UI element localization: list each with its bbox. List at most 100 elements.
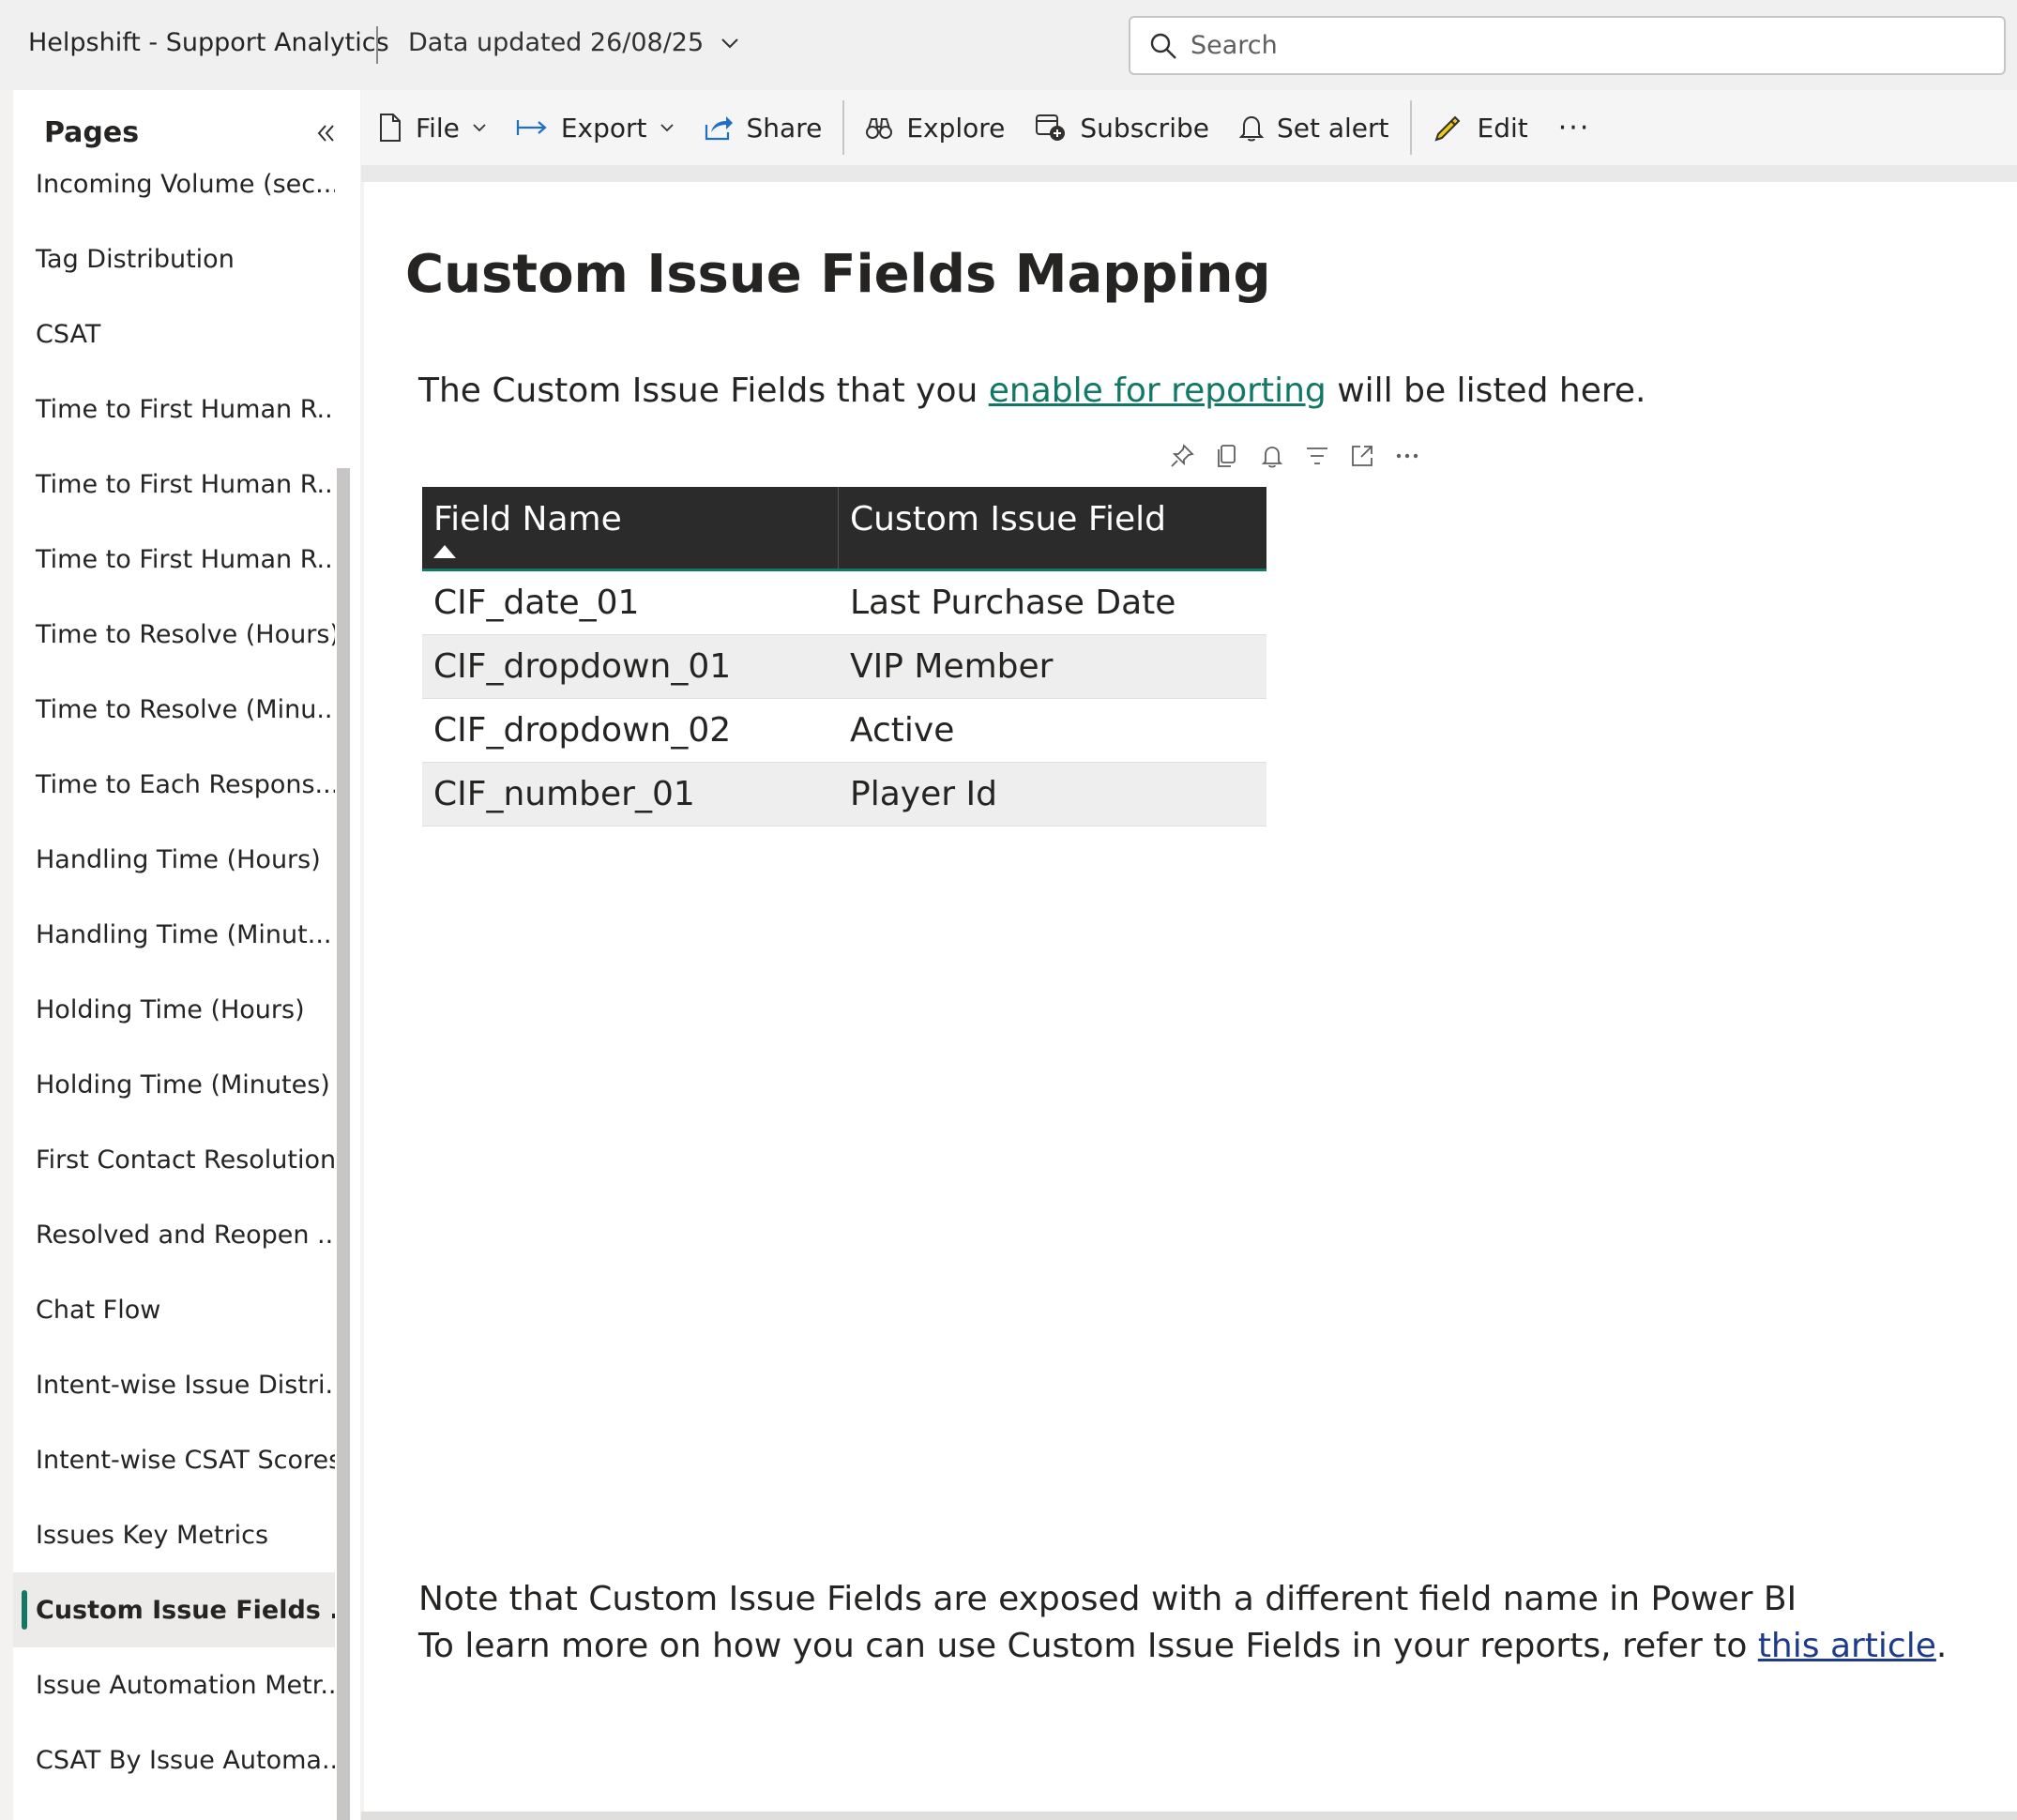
- this-article-link[interactable]: this article: [1758, 1627, 1936, 1665]
- table-cell: CIF_number_01: [433, 775, 695, 813]
- double-chevron-left-icon: [317, 125, 334, 142]
- sidebar-page-item[interactable]: Intent-wise Issue Distri...: [13, 1347, 335, 1422]
- sidebar-page-label: Time to Resolve (Minu...: [36, 694, 335, 724]
- sidebar-page-item[interactable]: Time to Resolve (Hours): [13, 597, 335, 672]
- focus-mode-icon[interactable]: [1349, 443, 1375, 469]
- bell-icon: [1238, 115, 1264, 142]
- table-row[interactable]: CIF_date_01 Last Purchase Date: [422, 571, 1266, 635]
- table-cell: Player Id: [850, 775, 997, 813]
- sidebar-page-item[interactable]: Resolved and Reopen ...: [13, 1197, 335, 1272]
- table-row[interactable]: CIF_dropdown_01 VIP Member: [422, 635, 1266, 699]
- sidebar-page-item[interactable]: Issue Automation Metr...: [13, 1647, 335, 1722]
- table-cell: Last Purchase Date: [850, 584, 1176, 622]
- sort-ascending-icon: [433, 545, 456, 558]
- sidebar-page-label: Handling Time (Minut...: [36, 919, 332, 949]
- pencil-icon: [1433, 115, 1460, 142]
- edit-button[interactable]: Edit: [1418, 99, 1543, 156]
- sidebar-page-item[interactable]: Tag Distribution: [13, 221, 335, 296]
- note-line-2: To learn more on how you can use Custom …: [418, 1623, 1947, 1670]
- custom-issue-fields-table: Field Name Custom Issue Field CIF_date_0…: [422, 487, 1266, 827]
- enable-for-reporting-link[interactable]: enable for reporting: [989, 372, 1327, 410]
- sidebar-page-label: Time to First Human R...: [36, 394, 335, 424]
- table-row[interactable]: CIF_number_01 Player Id: [422, 763, 1266, 827]
- sidebar-page-label: Time to First Human R...: [36, 544, 335, 574]
- file-button[interactable]: File: [361, 99, 501, 156]
- set-alert-button[interactable]: Set alert: [1224, 99, 1404, 156]
- sidebar-page-item[interactable]: Custom Issue Fields ...: [13, 1572, 335, 1647]
- search-box[interactable]: [1129, 16, 2006, 75]
- column-header-custom-issue-field[interactable]: Custom Issue Field: [839, 487, 1266, 569]
- more-options-button[interactable]: ···: [1543, 99, 1606, 156]
- sidebar-page-label: Intent-wise CSAT Scores: [36, 1445, 335, 1475]
- copy-icon[interactable]: [1214, 443, 1240, 469]
- share-label: Share: [746, 112, 823, 144]
- note-line-2-after: .: [1935, 1627, 1948, 1665]
- pin-icon[interactable]: [1169, 443, 1195, 469]
- binoculars-icon: [866, 118, 893, 139]
- bell-icon[interactable]: [1259, 443, 1285, 469]
- report-toolbar: File Export Share Explore Subscribe Set …: [361, 90, 2017, 165]
- note-text: Note that Custom Issue Fields are expose…: [418, 1576, 1947, 1670]
- more-options-icon[interactable]: [1394, 443, 1420, 469]
- pages-sidebar: Pages Incoming Volume (sec... Tag Distrib…: [13, 90, 360, 1820]
- filter-icon[interactable]: [1304, 443, 1330, 469]
- sidebar-page-item[interactable]: Time to First Human R...: [13, 447, 335, 522]
- sidebar-page-label: Tag Distribution: [36, 244, 235, 274]
- top-bar: Helpshift - Support Analytics Data updat…: [0, 0, 2017, 90]
- export-icon: [516, 120, 547, 135]
- export-button[interactable]: Export: [501, 99, 689, 156]
- sidebar-page-label: Incoming Volume (sec...: [36, 169, 335, 199]
- sidebar-page-item[interactable]: Time to First Human R...: [13, 522, 335, 597]
- sidebar-page-item[interactable]: Intent-wise CSAT Scores: [13, 1422, 335, 1497]
- sidebar-page-label: Issues Key Metrics: [36, 1520, 269, 1550]
- subscribe-label: Subscribe: [1080, 112, 1209, 144]
- sidebar-page-item[interactable]: First Contact Resolution: [13, 1122, 335, 1197]
- search-icon: [1150, 33, 1176, 59]
- table-header: Field Name Custom Issue Field: [422, 487, 1266, 571]
- data-updated-label: Data updated 26/08/25: [408, 28, 705, 57]
- table-row[interactable]: CIF_dropdown_02 Active: [422, 699, 1266, 763]
- sidebar-scrollbar[interactable]: [337, 468, 350, 1820]
- explore-button[interactable]: Explore: [850, 99, 1020, 156]
- share-button[interactable]: Share: [689, 99, 838, 156]
- sidebar-page-item[interactable]: CSAT By Issue Automa...: [13, 1722, 335, 1797]
- report-title: Custom Issue Fields Mapping: [405, 244, 1271, 305]
- title-divider: [376, 26, 378, 64]
- table-cell: CIF_dropdown_02: [433, 711, 732, 750]
- intro-text: The Custom Issue Fields that you enable …: [418, 372, 1645, 410]
- app-title: Helpshift - Support Analytics: [28, 28, 389, 57]
- sidebar-page-label: Chat Flow: [36, 1295, 161, 1325]
- sidebar-page-item[interactable]: Time to First Human R...: [13, 372, 335, 447]
- file-icon: [380, 114, 401, 142]
- sidebar-page-item[interactable]: Chat Flow: [13, 1272, 335, 1347]
- share-icon: [705, 116, 733, 141]
- sidebar-page-label: First Contact Resolution: [36, 1145, 335, 1175]
- chevron-down-icon: [660, 124, 674, 132]
- sidebar-page-item[interactable]: Holding Time (Hours): [13, 972, 335, 1047]
- note-line-2-before: To learn more on how you can use Custom …: [418, 1627, 1758, 1665]
- sidebar-page-item[interactable]: Handling Time (Hours): [13, 822, 335, 897]
- sidebar-page-label: Holding Time (Hours): [36, 994, 305, 1024]
- set-alert-label: Set alert: [1276, 112, 1389, 144]
- table-cell: CIF_date_01: [433, 584, 640, 622]
- intro-text-before: The Custom Issue Fields that you: [418, 372, 989, 410]
- sidebar-page-item[interactable]: Handling Time (Minut...: [13, 897, 335, 972]
- sidebar-page-item[interactable]: Time to Resolve (Minu...: [13, 672, 335, 747]
- note-line-1: Note that Custom Issue Fields are expose…: [418, 1580, 1797, 1618]
- report-canvas: Custom Issue Fields Mapping The Custom I…: [364, 182, 2017, 1812]
- subscribe-icon: [1036, 114, 1066, 141]
- sidebar-page-label: Intent-wise Issue Distri...: [36, 1370, 335, 1400]
- sidebar-page-item[interactable]: Time to Each Respons...: [13, 747, 335, 822]
- chevron-down-icon: [721, 38, 738, 48]
- table-cell: VIP Member: [850, 647, 1054, 686]
- search-input[interactable]: [1190, 31, 1960, 60]
- sidebar-page-item[interactable]: Incoming Volume (sec...: [13, 146, 335, 221]
- sidebar-page-label: Time to Resolve (Hours): [36, 619, 335, 649]
- sidebar-page-label: CSAT: [36, 319, 101, 349]
- column-header-field-name[interactable]: Field Name: [422, 487, 839, 569]
- sidebar-page-item[interactable]: Issues Key Metrics: [13, 1497, 335, 1572]
- sidebar-page-item[interactable]: CSAT: [13, 296, 335, 372]
- subscribe-button[interactable]: Subscribe: [1020, 99, 1224, 156]
- sidebar-page-item[interactable]: Holding Time (Minutes): [13, 1047, 335, 1122]
- data-updated-dropdown[interactable]: Data updated 26/08/25: [408, 28, 739, 57]
